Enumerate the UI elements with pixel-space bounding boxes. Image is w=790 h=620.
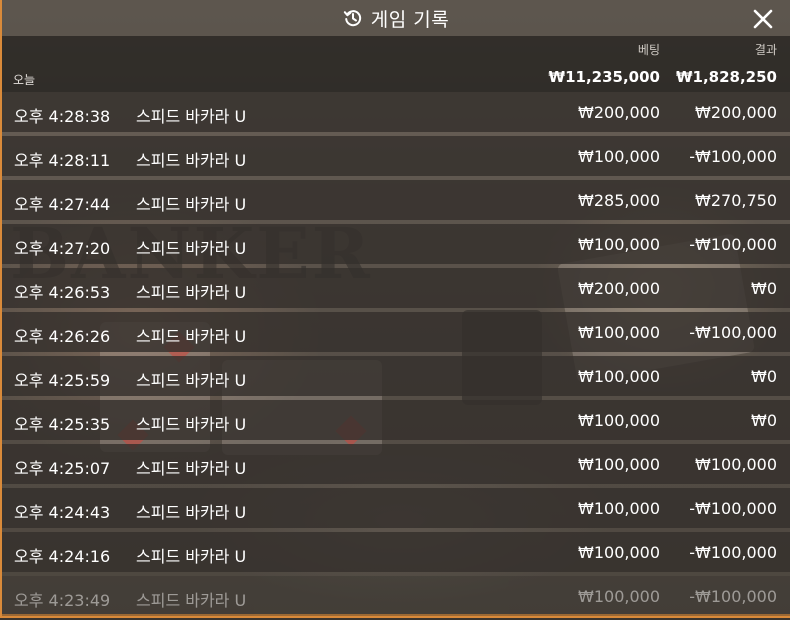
result-column-label: 결과 xyxy=(754,43,777,57)
total-bet-amount: ₩11,235,000 xyxy=(548,68,660,86)
row-game-name: 스피드 바카라 U xyxy=(136,503,247,522)
row-game-name: 스피드 바카라 U xyxy=(136,547,247,566)
row-bet-amount: ₩100,000 xyxy=(578,455,660,474)
row-result-amount: ₩200,000 xyxy=(695,103,777,122)
row-time: 오후 4:26:53 xyxy=(14,283,111,302)
row-game-name: 스피드 바카라 U xyxy=(136,371,247,390)
total-result-amount: ₩1,828,250 xyxy=(675,68,777,86)
row-result-amount: ₩0 xyxy=(751,411,777,430)
row-game-name: 스피드 바카라 U xyxy=(136,151,247,170)
row-bet-amount: ₩100,000 xyxy=(578,147,660,166)
row-bet-amount: ₩100,000 xyxy=(578,323,660,342)
row-time: 오후 4:26:26 xyxy=(14,327,111,346)
game-history-panel: 게임 기록 베팅 결과 오늘 ₩11,235,000 ₩1,828,250 오후… xyxy=(2,0,790,616)
bet-column-label: 베팅 xyxy=(637,43,660,57)
row-result-amount: -₩100,000 xyxy=(689,543,777,562)
row-time: 오후 4:23:49 xyxy=(14,591,111,610)
row-time: 오후 4:28:11 xyxy=(14,151,111,170)
row-game-name: 스피드 바카라 U xyxy=(136,195,247,214)
row-bet-amount: ₩200,000 xyxy=(578,103,660,122)
row-game-name: 스피드 바카라 U xyxy=(136,459,247,478)
row-time: 오후 4:25:07 xyxy=(14,459,111,478)
history-icon xyxy=(343,8,363,28)
close-button[interactable] xyxy=(750,6,776,32)
history-row[interactable]: 오후 4:25:35 스피드 바카라 U ₩100,000 ₩0 xyxy=(2,400,790,440)
row-bet-amount: ₩200,000 xyxy=(578,279,660,298)
period-label: 오늘 xyxy=(13,73,36,87)
row-result-amount: -₩100,000 xyxy=(689,323,777,342)
row-time: 오후 4:24:43 xyxy=(14,503,111,522)
row-result-amount: -₩100,000 xyxy=(689,147,777,166)
row-result-amount: ₩0 xyxy=(751,279,777,298)
row-time: 오후 4:25:35 xyxy=(14,415,111,434)
row-result-amount: -₩100,000 xyxy=(689,235,777,254)
row-time: 오후 4:25:59 xyxy=(14,371,111,390)
row-game-name: 스피드 바카라 U xyxy=(136,107,247,126)
row-game-name: 스피드 바카라 U xyxy=(136,415,247,434)
row-result-amount: ₩270,750 xyxy=(695,191,777,210)
row-bet-amount: ₩100,000 xyxy=(578,235,660,254)
row-time: 오후 4:28:38 xyxy=(14,107,111,126)
history-row[interactable]: 오후 4:26:26 스피드 바카라 U ₩100,000 -₩100,000 xyxy=(2,312,790,352)
history-list[interactable]: 오후 4:28:38 스피드 바카라 U ₩200,000 ₩200,000 오… xyxy=(2,92,790,620)
history-row[interactable]: 오후 4:26:53 스피드 바카라 U ₩200,000 ₩0 xyxy=(2,268,790,308)
row-game-name: 스피드 바카라 U xyxy=(136,239,247,258)
close-icon xyxy=(753,9,773,29)
summary-header: 베팅 결과 오늘 ₩11,235,000 ₩1,828,250 xyxy=(2,36,790,92)
title-wrap: 게임 기록 xyxy=(2,0,790,36)
row-bet-amount: ₩100,000 xyxy=(578,543,660,562)
history-row[interactable]: 오후 4:28:11 스피드 바카라 U ₩100,000 -₩100,000 xyxy=(2,136,790,176)
row-time: 오후 4:27:20 xyxy=(14,239,111,258)
row-result-amount: -₩100,000 xyxy=(689,499,777,518)
row-bet-amount: ₩285,000 xyxy=(578,191,660,210)
row-time: 오후 4:24:16 xyxy=(14,547,111,566)
row-result-amount: ₩0 xyxy=(751,367,777,386)
history-row[interactable]: 오후 4:23:49 스피드 바카라 U ₩100,000 -₩100,000 xyxy=(2,576,790,616)
history-row[interactable]: 오후 4:27:44 스피드 바카라 U ₩285,000 ₩270,750 xyxy=(2,180,790,220)
history-row[interactable]: 오후 4:28:38 스피드 바카라 U ₩200,000 ₩200,000 xyxy=(2,92,790,132)
row-bet-amount: ₩100,000 xyxy=(578,367,660,386)
row-bet-amount: ₩100,000 xyxy=(578,587,660,606)
history-row[interactable]: 오후 4:24:43 스피드 바카라 U ₩100,000 -₩100,000 xyxy=(2,488,790,528)
row-game-name: 스피드 바카라 U xyxy=(136,591,247,610)
row-bet-amount: ₩100,000 xyxy=(578,499,660,518)
row-result-amount: -₩100,000 xyxy=(689,587,777,606)
row-time: 오후 4:27:44 xyxy=(14,195,111,214)
row-game-name: 스피드 바카라 U xyxy=(136,283,247,302)
row-result-amount: ₩100,000 xyxy=(695,455,777,474)
history-row[interactable]: 오후 4:25:59 스피드 바카라 U ₩100,000 ₩0 xyxy=(2,356,790,396)
history-row[interactable]: 오후 4:27:20 스피드 바카라 U ₩100,000 -₩100,000 xyxy=(2,224,790,264)
page-title: 게임 기록 xyxy=(370,8,450,31)
row-bet-amount: ₩100,000 xyxy=(578,411,660,430)
history-row[interactable]: 오후 4:25:07 스피드 바카라 U ₩100,000 ₩100,000 xyxy=(2,444,790,484)
history-row[interactable]: 오후 4:24:16 스피드 바카라 U ₩100,000 -₩100,000 xyxy=(2,532,790,572)
row-game-name: 스피드 바카라 U xyxy=(136,327,247,346)
